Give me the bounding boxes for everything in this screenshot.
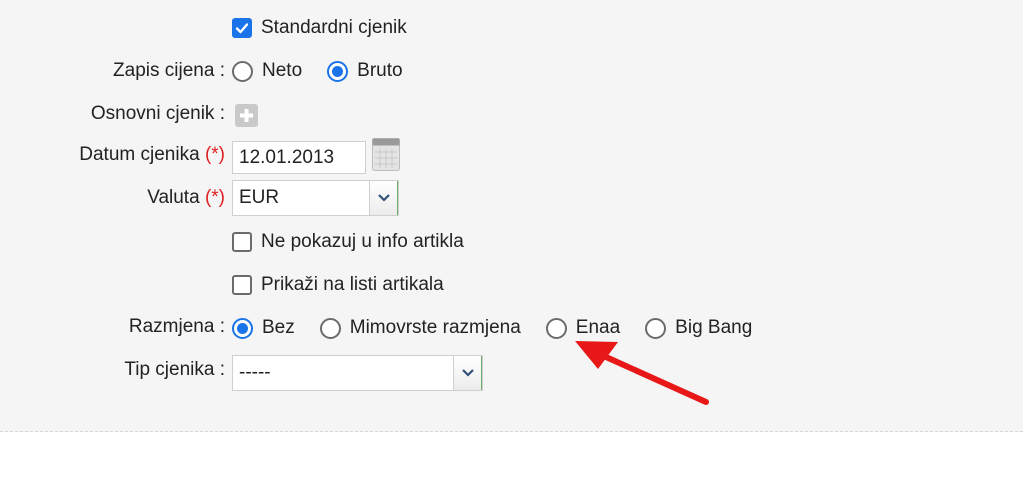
razmjena-mimovrste-option[interactable]: Mimovrste razmjena (319, 313, 521, 343)
tip-cjenika-control: ----- (232, 355, 483, 391)
big-bang-label: Big Bang (675, 317, 753, 338)
neto-label: Neto (262, 60, 303, 81)
enaa-radio[interactable] (545, 317, 567, 339)
chevron-down-icon[interactable] (369, 181, 398, 215)
razmjena-big-bang-option[interactable]: Big Bang (645, 313, 752, 343)
valuta-label: Valuta (147, 187, 200, 208)
ne-pokazuj-checkbox[interactable] (232, 232, 252, 252)
chevron-down-icon[interactable] (453, 356, 482, 390)
mimovrste-radio[interactable] (319, 317, 341, 339)
datum-cjenika-control: 12.01.2013 (232, 138, 400, 177)
bruto-label: Bruto (357, 60, 403, 81)
valuta-value: EUR (239, 187, 280, 208)
calendar-icon[interactable] (372, 138, 400, 177)
prikazi-checkbox-row[interactable]: Prikaži na listi artikala (232, 270, 444, 300)
tip-cjenika-value: ----- (239, 362, 271, 383)
neto-radio[interactable] (232, 60, 253, 82)
bez-radio[interactable] (232, 317, 253, 339)
standardni-cjenik-checkbox[interactable] (232, 18, 252, 38)
standardni-cjenik-label: Standardni cjenik (261, 17, 407, 38)
razmjena-enaa-option[interactable]: Enaa (545, 313, 621, 343)
prikazi-label: Prikaži na listi artikala (261, 274, 444, 295)
osnovni-cjenik-label: Osnovni cjenik : (90, 103, 225, 124)
zapis-cijena-radio-group: Neto Bruto (232, 56, 428, 86)
tip-cjenika-label: Tip cjenika : (124, 359, 225, 380)
required-mark: (*) (204, 187, 225, 208)
datum-cjenika-input[interactable]: 12.01.2013 (232, 141, 366, 174)
valuta-control: EUR (232, 180, 399, 216)
valuta-select[interactable]: EUR (232, 180, 399, 216)
checkmark-icon (235, 23, 249, 34)
datum-cjenika-label: Datum cjenika (79, 144, 200, 165)
zapis-cijena-neto-option[interactable]: Neto (232, 56, 302, 86)
zapis-cijena-label: Zapis cijena : (113, 60, 225, 81)
enaa-label: Enaa (575, 317, 621, 338)
mimovrste-label: Mimovrste razmjena (349, 317, 521, 338)
bez-label: Bez (262, 317, 295, 338)
form-panel: Standardni cjenik Zapis cijena : Neto Br… (0, 0, 1023, 432)
zapis-cijena-bruto-option[interactable]: Bruto (327, 56, 403, 86)
standardni-cjenik-checkbox-row[interactable]: Standardni cjenik (232, 13, 407, 43)
razmjena-bez-option[interactable]: Bez (232, 313, 295, 343)
bruto-radio[interactable] (327, 60, 349, 82)
prikazi-checkbox[interactable] (232, 275, 252, 295)
ne-pokazuj-checkbox-row[interactable]: Ne pokazuj u info artikla (232, 227, 464, 257)
osnovni-cjenik-control (235, 103, 258, 128)
big-bang-radio[interactable] (645, 317, 667, 339)
required-mark: (*) (204, 144, 225, 165)
plus-icon[interactable] (235, 104, 258, 127)
razmjena-radio-group: Bez Mimovrste razmjena Enaa Big Bang (232, 313, 777, 343)
razmjena-label: Razmjena : (128, 316, 225, 337)
tip-cjenika-select[interactable]: ----- (232, 355, 483, 391)
valuta-label-group: Valuta (*) (147, 183, 225, 213)
ne-pokazuj-label: Ne pokazuj u info artikla (261, 231, 464, 252)
datum-cjenika-label-group: Datum cjenika (*) (79, 140, 225, 170)
